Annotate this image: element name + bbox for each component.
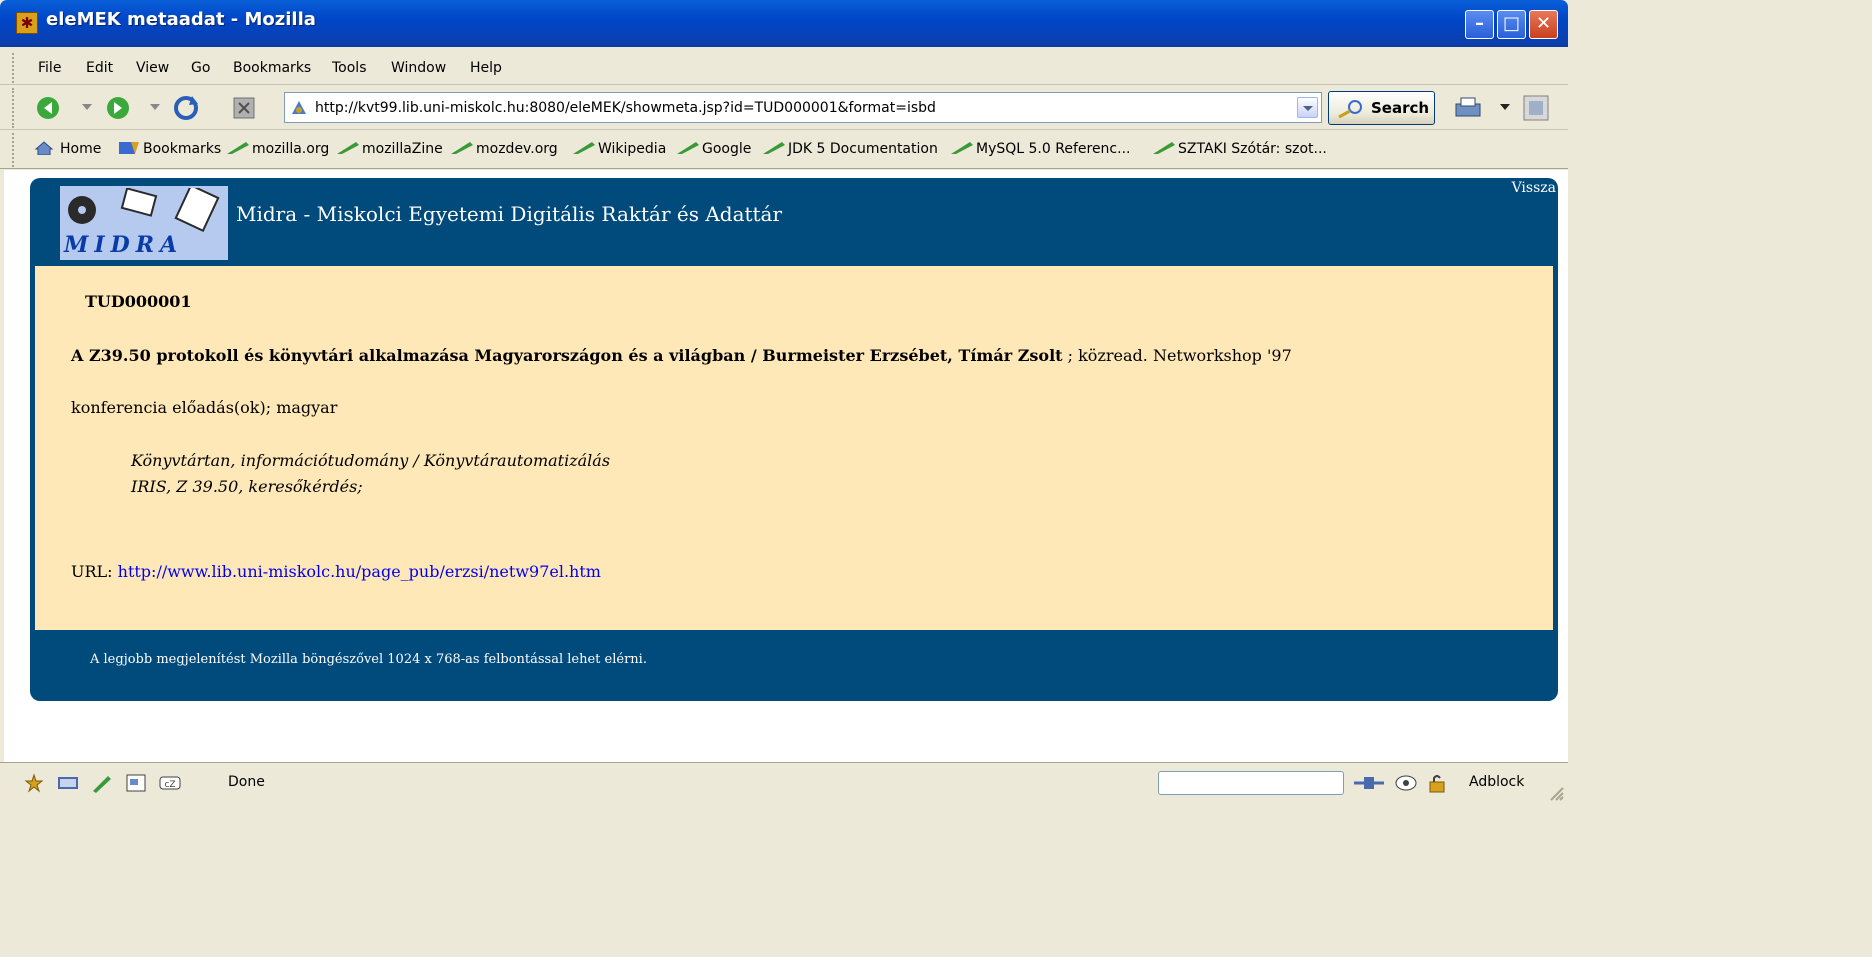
adblock-label[interactable]: Adblock: [1469, 774, 1524, 790]
record-url-link[interactable]: http://www.lib.uni-miskolc.hu/page_pub/e…: [118, 562, 601, 581]
toolbar-grip[interactable]: [12, 133, 16, 167]
bookmark-mozilla-org[interactable]: mozilla.org: [226, 141, 329, 157]
offline-icon[interactable]: [1352, 773, 1386, 793]
navigator-icon[interactable]: [22, 773, 46, 793]
record-title-rest: ; közread. Networkshop '97: [1062, 346, 1292, 365]
bookmark-wikipedia[interactable]: Wikipedia: [572, 141, 666, 157]
logo-text: MIDRA: [64, 232, 184, 258]
bookmark-icon: [763, 142, 785, 154]
back-icon[interactable]: [34, 94, 62, 122]
address-bar[interactable]: [284, 92, 1322, 123]
bookmark-google[interactable]: Google: [676, 141, 751, 157]
bookmarks-toolbar: Home Bookmarks mozilla.org mozillaZine m…: [0, 131, 1568, 169]
status-bar: cZ Done Adblock: [0, 762, 1568, 803]
bookmark-bookmarks[interactable]: Bookmarks: [117, 141, 221, 157]
bookmark-home[interactable]: Home: [34, 141, 101, 157]
resize-grip-icon[interactable]: [1550, 787, 1564, 801]
window-title: eleMEK metaadat - Mozilla: [46, 9, 316, 30]
record-type: konferencia előadás(ok); magyar: [71, 398, 338, 417]
url-label: URL:: [71, 562, 118, 581]
bookmark-mozillazine[interactable]: mozillaZine: [336, 141, 443, 157]
page-viewport[interactable]: MIDRA Midra - Miskolci Egyetemi Digitáli…: [0, 170, 1568, 762]
menu-bookmarks[interactable]: Bookmarks: [233, 60, 311, 76]
menu-file[interactable]: File: [38, 60, 61, 76]
chatzilla-icon[interactable]: cZ: [158, 773, 182, 793]
bookmark-jdk5-docs[interactable]: JDK 5 Documentation: [762, 141, 938, 157]
print-dropdown-icon[interactable]: [1500, 104, 1510, 110]
reload-icon[interactable]: [172, 94, 200, 122]
bookmark-icon: [227, 142, 249, 154]
bookmark-mysql-reference[interactable]: MySQL 5.0 Referenc...: [950, 141, 1130, 157]
record-title-main: A Z39.50 protokoll és könyvtári alkalmaz…: [71, 346, 1063, 365]
bookmark-icon: [337, 142, 359, 154]
menu-edit[interactable]: Edit: [86, 60, 113, 76]
window-title-bar[interactable]: ✱ eleMEK metaadat - Mozilla – □ ✕: [0, 0, 1568, 47]
menu-bar: File Edit View Go Bookmarks Tools Window…: [0, 51, 1568, 85]
bookmark-mozdev-org[interactable]: mozdev.org: [450, 141, 558, 157]
bookmark-icon: [451, 142, 473, 154]
record-url: URL: http://www.lib.uni-miskolc.hu/page_…: [71, 562, 601, 581]
search-label: Search: [1371, 99, 1430, 117]
search-icon: [1338, 100, 1362, 119]
navigation-toolbar: Search: [0, 86, 1568, 130]
subject-line: Könyvtártan, információtudomány / Könyvt…: [131, 451, 611, 470]
midra-logo: MIDRA: [60, 186, 228, 260]
bookmark-icon: [1153, 142, 1175, 154]
footer-note: A legjobb megjelenítést Mozilla böngésző…: [90, 652, 647, 667]
privacy-icon[interactable]: [1394, 773, 1418, 793]
page-icon: [292, 101, 306, 114]
bookmark-icon: [951, 142, 973, 154]
midra-page: MIDRA Midra - Miskolci Egyetemi Digitáli…: [30, 178, 1558, 701]
url-input[interactable]: [315, 96, 1295, 119]
menu-go[interactable]: Go: [191, 60, 210, 76]
menu-view[interactable]: View: [136, 60, 169, 76]
subject-line: IRIS, Z 39.50, keresőkérdés;: [131, 477, 363, 496]
logo-film-icon: [68, 188, 220, 232]
toolbar-grip[interactable]: [12, 88, 16, 128]
close-button[interactable]: ✕: [1529, 10, 1558, 39]
maximize-button[interactable]: □: [1497, 10, 1526, 39]
status-text: Done: [228, 774, 265, 790]
print-icon[interactable]: [1452, 94, 1484, 122]
forward-dropdown-icon[interactable]: [150, 104, 160, 110]
record-panel: TUD000001 A Z39.50 protokoll és könyvtár…: [35, 266, 1553, 630]
status-progress-field: [1158, 771, 1344, 795]
record-id: TUD000001: [85, 292, 192, 311]
mail-icon[interactable]: [56, 773, 80, 793]
minimize-button[interactable]: –: [1465, 10, 1494, 39]
composer-icon[interactable]: [90, 773, 114, 793]
forward-icon[interactable]: [104, 94, 132, 122]
site-title: Midra - Miskolci Egyetemi Digitális Rakt…: [236, 202, 783, 226]
menu-help[interactable]: Help: [470, 60, 502, 76]
menu-tools[interactable]: Tools: [332, 60, 367, 76]
security-lock-icon[interactable]: [1426, 773, 1450, 793]
record-title: A Z39.50 protokoll és könyvtári alkalmaz…: [71, 346, 1292, 365]
back-dropdown-icon[interactable]: [82, 104, 92, 110]
toolbar-grip[interactable]: [12, 53, 16, 83]
back-link[interactable]: Vissza: [1512, 180, 1556, 196]
addressbook-icon[interactable]: [124, 773, 148, 793]
mozilla-app-icon[interactable]: ✱: [16, 12, 38, 34]
bookmark-sztaki-szotar[interactable]: SZTAKI Szótár: szot...: [1152, 141, 1327, 157]
bookmark-icon: [677, 142, 699, 154]
throbber-icon: [1523, 95, 1549, 121]
svg-text:cZ: cZ: [164, 780, 175, 790]
record-subjects: Könyvtártan, információtudomány / Könyvt…: [131, 448, 610, 500]
home-icon: [34, 141, 54, 155]
bookmark-icon: [573, 142, 595, 154]
bookmarks-icon: [119, 142, 139, 154]
search-button[interactable]: Search: [1328, 91, 1435, 125]
stop-icon[interactable]: [230, 94, 258, 122]
url-history-dropdown-icon[interactable]: [1297, 97, 1318, 118]
menu-window[interactable]: Window: [391, 60, 446, 76]
